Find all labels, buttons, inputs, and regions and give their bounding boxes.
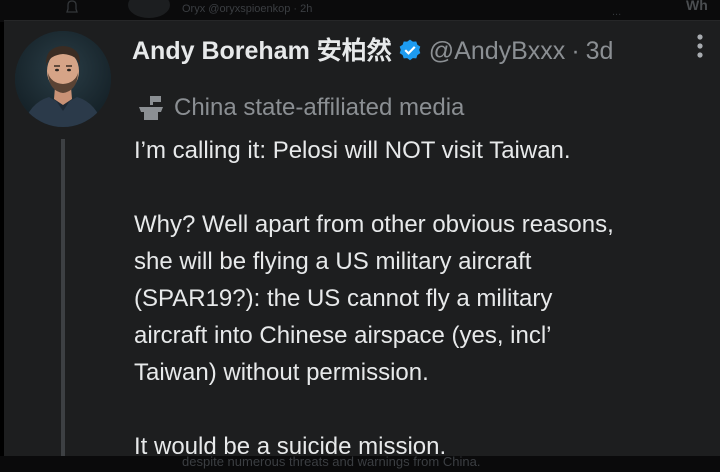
- thread-connector-line: [61, 139, 65, 469]
- tweet-line: aircraft into Chinese airspace (yes, inc…: [134, 322, 552, 349]
- tweet-text: I’m calling it: Pelosi will NOT visit Ta…: [134, 132, 719, 465]
- previous-tweet-more: ...: [612, 6, 622, 18]
- tweet-line: Taiwan) without permission.: [134, 359, 429, 386]
- previous-tweet-header: Oryx @oryxspioenkop · 2h: [182, 3, 313, 15]
- state-affiliation-label[interactable]: China state-affiliated media: [136, 93, 464, 123]
- tweet-line: Why? Well apart from other obvious reaso…: [134, 211, 614, 238]
- avatar-image: [15, 31, 111, 127]
- previous-tweet-right-text: Wh: [686, 0, 708, 13]
- screenshot-frame: Oryx @oryxspioenkop · 2h ... Wh Andy Bor…: [0, 0, 720, 472]
- verified-badge-icon: [399, 39, 421, 61]
- header-separator: ·: [571, 37, 580, 65]
- bell-icon: [66, 0, 78, 13]
- tweet-line: she will be flying a US military aircraf…: [134, 248, 532, 275]
- next-tweet-strip: despite numerous threats and warnings fr…: [0, 456, 720, 472]
- tweet-card[interactable]: Andy Boreham 安柏然 @AndyBxxx · 3d China st…: [4, 20, 720, 469]
- tweet-header: Andy Boreham 安柏然 @AndyBxxx · 3d: [132, 36, 613, 66]
- affiliation-text: China state-affiliated media: [174, 94, 465, 121]
- podium-icon: [139, 96, 163, 120]
- avatar[interactable]: [15, 31, 111, 127]
- previous-tweet-strip: Oryx @oryxspioenkop · 2h ... Wh: [0, 0, 720, 22]
- tweet-timestamp[interactable]: 3d: [586, 36, 614, 66]
- display-name[interactable]: Andy Boreham 安柏然: [132, 36, 392, 66]
- previous-tweet-avatar: [128, 0, 170, 18]
- tweet-line: (SPAR19?): the US cannot fly a military: [134, 285, 553, 312]
- user-handle[interactable]: @AndyBxxx: [429, 36, 566, 66]
- tweet-line: I’m calling it: Pelosi will NOT visit Ta…: [134, 137, 571, 164]
- next-tweet-text: despite numerous threats and warnings fr…: [182, 456, 481, 469]
- more-vertical-icon[interactable]: [687, 32, 713, 62]
